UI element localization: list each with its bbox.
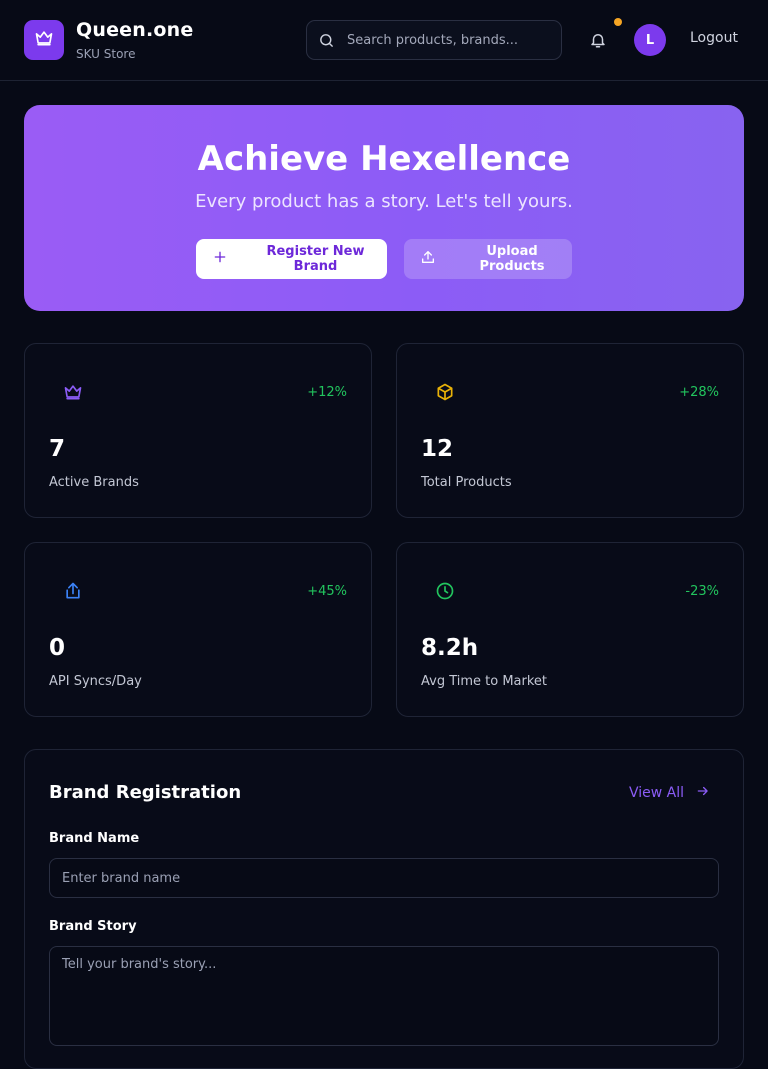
stat-card-api-syncs: +45% 0 API Syncs/Day bbox=[24, 542, 372, 717]
stat-card-avg-time: -23% 8.2h Avg Time to Market bbox=[396, 542, 744, 717]
brand-story-textarea[interactable] bbox=[49, 946, 719, 1046]
bell-icon[interactable] bbox=[589, 31, 607, 53]
stat-card-active-brands: +12% 7 Active Brands bbox=[24, 343, 372, 518]
top-header: Queen.one SKU Store L Logout bbox=[0, 0, 768, 81]
stat-label: Active Brands bbox=[49, 475, 139, 490]
register-brand-button[interactable]: Register New Brand bbox=[196, 239, 387, 279]
stat-card-total-products: +28% 12 Total Products bbox=[396, 343, 744, 518]
brand-story-label: Brand Story bbox=[49, 919, 137, 934]
upload-products-button[interactable]: Upload Products bbox=[404, 239, 572, 279]
stat-value: 12 bbox=[421, 436, 454, 462]
notification-dot bbox=[614, 18, 622, 26]
brand-name-input[interactable] bbox=[49, 858, 719, 898]
logout-button[interactable]: Logout bbox=[680, 30, 748, 46]
search-box[interactable] bbox=[306, 20, 562, 60]
stat-value: 7 bbox=[49, 436, 66, 462]
view-all-link[interactable]: View All bbox=[629, 784, 710, 802]
stat-change: +12% bbox=[307, 385, 347, 400]
app-name: Queen.one bbox=[76, 19, 194, 41]
stat-change: -23% bbox=[685, 584, 719, 599]
stat-label: Total Products bbox=[421, 475, 512, 490]
stat-label: API Syncs/Day bbox=[49, 674, 142, 689]
stat-label: Avg Time to Market bbox=[421, 674, 548, 689]
upload-icon bbox=[420, 249, 436, 269]
app-logo[interactable] bbox=[24, 20, 64, 60]
plus-icon bbox=[212, 249, 228, 269]
hero-subtitle: Every product has a story. Let's tell yo… bbox=[195, 191, 573, 212]
arrow-right-icon bbox=[696, 784, 710, 802]
stat-change: +45% bbox=[307, 584, 347, 599]
crown-icon bbox=[63, 382, 83, 406]
app-subtitle: SKU Store bbox=[76, 47, 136, 61]
search-input[interactable] bbox=[347, 21, 557, 59]
crown-icon bbox=[34, 28, 54, 52]
share-icon bbox=[63, 581, 83, 605]
stat-change: +28% bbox=[679, 385, 719, 400]
hero-title: Achieve Hexellence bbox=[197, 139, 571, 179]
panel-title: Brand Registration bbox=[49, 782, 242, 803]
register-brand-label: Register New Brand bbox=[266, 244, 365, 274]
upload-products-label: Upload Products bbox=[479, 244, 545, 274]
search-icon bbox=[318, 32, 335, 53]
stat-value: 8.2h bbox=[421, 635, 479, 661]
hero-banner: Achieve Hexellence Every product has a s… bbox=[24, 105, 744, 311]
avatar[interactable]: L bbox=[634, 24, 666, 56]
brand-registration-panel: Brand Registration View All Brand Name B… bbox=[24, 749, 744, 1069]
stat-value: 0 bbox=[49, 635, 66, 661]
view-all-label: View All bbox=[629, 785, 685, 801]
brand-name-label: Brand Name bbox=[49, 831, 140, 846]
clock-icon bbox=[435, 581, 455, 605]
box-icon bbox=[435, 382, 455, 406]
